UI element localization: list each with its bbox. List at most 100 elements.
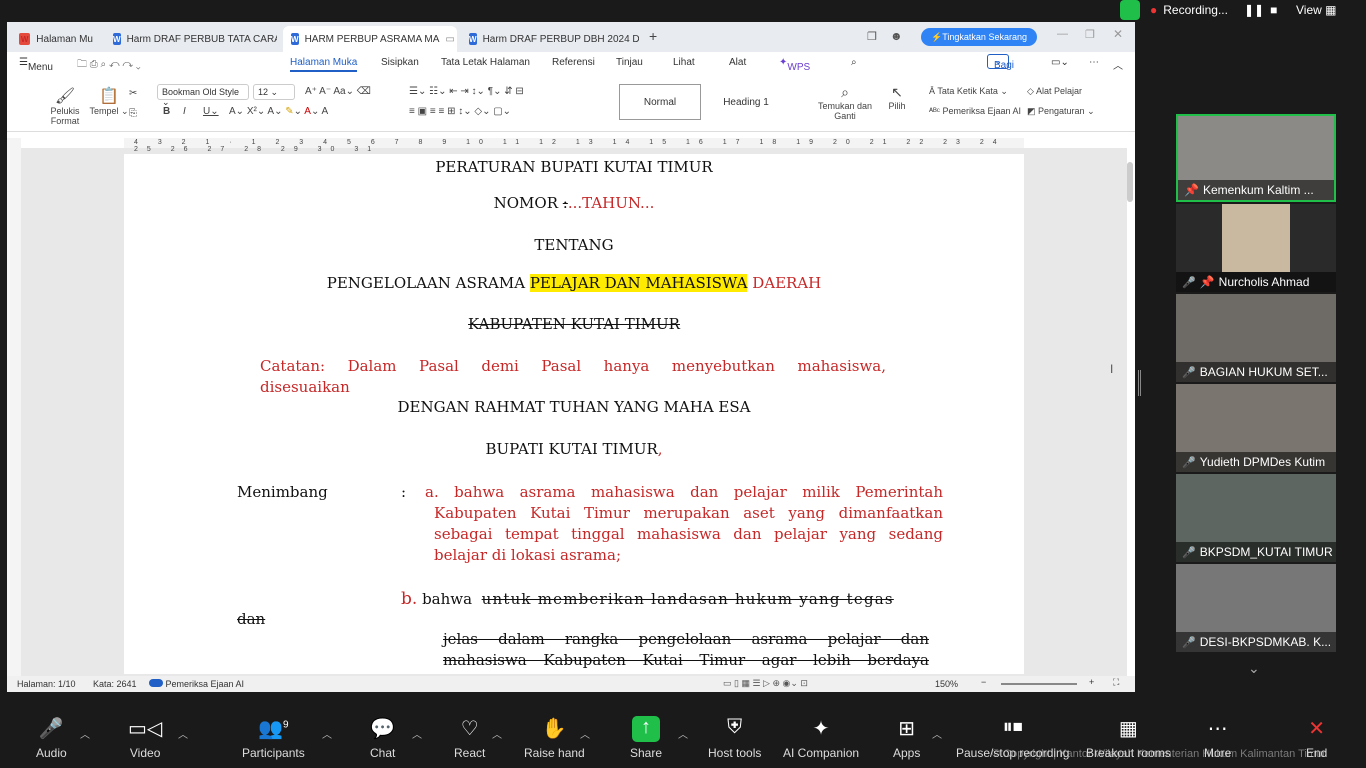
- typography-button[interactable]: Ā Tata Ketik Kata ⌄: [929, 86, 1008, 97]
- chevron-up-icon[interactable]: ︿: [412, 726, 422, 741]
- view-button[interactable]: View ▦: [1296, 3, 1336, 17]
- participant-video[interactable]: 🎤 DESI-BKPSDMKAB. K...: [1176, 564, 1336, 652]
- doc-colon: :: [401, 483, 407, 501]
- camera-icon: ▭◁: [128, 718, 163, 740]
- raise-hand-button[interactable]: ✋ Raise hand: [524, 716, 585, 760]
- font-size-select[interactable]: 12 ⌄: [253, 84, 295, 100]
- copy-icon[interactable]: ⎘: [129, 108, 137, 119]
- tab-tinjau[interactable]: Tinjau: [616, 57, 643, 68]
- tab-halaman-muka-ribbon[interactable]: Halaman Muka: [290, 57, 358, 72]
- tab-halaman-muka[interactable]: W Halaman Mu: [11, 26, 101, 52]
- doc-kabupaten: KABUPATEN KUTAI TIMUR: [468, 315, 680, 333]
- quick-access-icons[interactable]: 🗀 ⎙ ⌕ ↶ ↷ ⌄: [77, 57, 141, 74]
- close-icon[interactable]: ✕: [1113, 27, 1123, 41]
- zoom-top-bar: ● Recording... ❚❚ ■ View ▦: [0, 0, 1366, 22]
- vertical-scrollbar[interactable]: [1127, 162, 1133, 202]
- doc-point-a-line3: sebagai tempat tinggal mahasiswa dan pel…: [434, 525, 943, 543]
- collapse-ribbon-icon[interactable]: ︿: [1113, 57, 1123, 72]
- text-format-icons[interactable]: A⌄ X²⌄ A⌄ ✎⌄ A⌄ A: [229, 106, 328, 117]
- wps-icon: W: [19, 33, 31, 45]
- minimize-icon[interactable]: —: [1057, 28, 1068, 40]
- hand-icon: ✋: [541, 718, 567, 740]
- bold-icon[interactable]: B: [163, 106, 170, 117]
- zoom-level[interactable]: 150%: [935, 679, 958, 689]
- style-heading-1[interactable]: Heading 1: [705, 84, 787, 120]
- participant-video[interactable]: 🎤 BAGIAN HUKUM SET...: [1176, 294, 1336, 382]
- copyright-watermark: © Copyright | Kantor Wilayah Kementerian…: [992, 748, 1326, 760]
- stop-icon[interactable]: ■: [1270, 3, 1277, 17]
- ai-companion-button[interactable]: ✦ AI Companion: [783, 716, 859, 760]
- participant-video[interactable]: 🎤 📌 Nurcholis Ahmad: [1176, 204, 1336, 292]
- chevron-up-icon[interactable]: ︿: [80, 726, 90, 741]
- new-tab-icon[interactable]: +: [649, 28, 657, 44]
- participants-button[interactable]: 👥9 Participants: [242, 716, 305, 760]
- doc-point-a-line4: belajar di lokasi asrama;: [434, 546, 622, 564]
- font-family-select[interactable]: Bookman Old Style ⌄: [157, 84, 249, 107]
- maximize-icon[interactable]: ❐: [1085, 28, 1095, 41]
- tab-sisipkan[interactable]: Sisipkan: [381, 57, 419, 68]
- font-size-tools-icons[interactable]: A⁺ A⁻ Aa⌄ ⌫: [305, 86, 371, 97]
- chevron-up-icon[interactable]: ︿: [178, 726, 188, 741]
- pin-icon: 📌: [1184, 183, 1199, 197]
- splitter-handle[interactable]: [1138, 370, 1141, 396]
- chevron-up-icon[interactable]: ︿: [678, 726, 688, 741]
- tab-perbup-asrama[interactable]: WHARM PERBUP ASRAMA MA▭●: [283, 26, 457, 52]
- host-tools-button[interactable]: ⛨ Host tools: [708, 716, 761, 760]
- settings-button[interactable]: ◩ Pengaturan ⌄: [1027, 106, 1095, 117]
- search-icon[interactable]: ⌕: [851, 57, 857, 68]
- style-normal[interactable]: Normal: [619, 84, 701, 120]
- tab-tata-letak[interactable]: Tata Letak Halaman: [441, 57, 530, 68]
- audio-button[interactable]: 🎤 Audio: [36, 716, 67, 760]
- more-icon[interactable]: ⋯: [1089, 57, 1099, 68]
- mic-muted-icon: 🎤: [1182, 276, 1196, 289]
- list-icons[interactable]: ☰⌄ ☷⌄ ⇤ ⇥ ↕⌄ ¶⌄ ⇵ ⊟: [409, 86, 524, 97]
- tab-draf-tata-cara[interactable]: WHarm DRAF PERBUB TATA CARA PEMB: [105, 26, 277, 52]
- apps-button[interactable]: ⊞ Apps: [893, 716, 920, 760]
- react-button[interactable]: ♡ React: [454, 716, 485, 760]
- chevron-up-icon[interactable]: ︿: [322, 726, 332, 741]
- fullscreen-icon[interactable]: ⛶: [1113, 677, 1119, 688]
- menu-button[interactable]: ☰ Menu: [19, 57, 53, 73]
- vertical-ruler: [7, 138, 21, 678]
- record-dot-icon: ●: [1150, 3, 1158, 17]
- scroll-down-icon[interactable]: ⌄: [1248, 660, 1260, 677]
- tab-referensi[interactable]: Referensi: [552, 57, 595, 68]
- doc-judul: PENGELOLAAN ASRAMA PELAJAR DAN MAHASISWA…: [326, 274, 822, 292]
- cursor-icon: ↖: [891, 84, 903, 100]
- document-page[interactable]: PERATURAN BUPATI KUTAI TIMUR NOMOR :...T…: [124, 154, 1024, 674]
- ai-checker-toggle[interactable]: Pemeriksa Ejaan AI: [149, 679, 244, 689]
- chevron-up-icon[interactable]: ︿: [580, 726, 590, 741]
- participant-video[interactable]: 🎤 Yudieth DPMDes Kutim: [1176, 384, 1336, 472]
- chevron-up-icon[interactable]: ︿: [932, 726, 942, 741]
- share-button[interactable]: Bagi ⌄: [987, 54, 1014, 71]
- chat-button[interactable]: 💬 Chat: [370, 716, 395, 760]
- alignment-icons[interactable]: ≡ ▣ ≡ ≡ ⊞ ↕⌄ ◇⌄ ▢⌄: [409, 106, 511, 117]
- tab-alat[interactable]: Alat: [729, 57, 746, 68]
- italic-icon[interactable]: I: [183, 106, 186, 117]
- chevron-up-icon[interactable]: ︿: [492, 726, 502, 741]
- student-tools-button[interactable]: ◇ Alat Pelajar: [1027, 86, 1082, 97]
- cut-icon[interactable]: ✂: [129, 88, 137, 99]
- zoom-in-icon[interactable]: +: [1089, 677, 1094, 687]
- ai-spellcheck-button[interactable]: ᴬᴮᶜ Pemeriksa Ejaan AI: [929, 106, 1021, 116]
- participant-video[interactable]: 🎤 BKPSDM_KUTAI TIMUR: [1176, 474, 1336, 562]
- pause-icon[interactable]: ❚❚: [1244, 3, 1264, 17]
- participant-video[interactable]: 📌 Kemenkum Kaltim ...: [1176, 114, 1336, 202]
- underline-icon[interactable]: U⌄: [203, 106, 219, 117]
- view-mode-icons[interactable]: ▭ ▯ ▦ ☰ ▷ ⊕ ◉⌄ ⊡: [723, 678, 808, 689]
- tab-lihat[interactable]: Lihat: [673, 57, 695, 68]
- format-painter-button[interactable]: 🖌 Pelukis Format: [47, 86, 83, 126]
- zoom-out-icon[interactable]: −: [981, 677, 986, 687]
- zoom-slider[interactable]: [1001, 683, 1077, 685]
- avatar-icon[interactable]: ☻: [890, 29, 903, 43]
- paste-button[interactable]: 📋 Tempel ⌄: [87, 86, 131, 117]
- window-restore-icon[interactable]: ❐: [867, 30, 877, 43]
- comment-icon[interactable]: ▭⌄: [1051, 57, 1069, 68]
- video-button[interactable]: ▭◁ Video: [128, 716, 162, 760]
- find-replace-button[interactable]: ⌕ Temukan dan Ganti: [817, 84, 873, 121]
- tab-wps-ai[interactable]: ✦ WPS AI: [779, 57, 810, 84]
- upgrade-button[interactable]: ⚡ Tingkatkan Sekarang: [921, 28, 1037, 46]
- share-button-zoom[interactable]: ↑ Share: [630, 716, 662, 760]
- select-button[interactable]: ↖ Pilih: [879, 84, 915, 111]
- tab-draf-dbh[interactable]: WHarm DRAF PERBUP DBH 2024 DPMD: [461, 26, 639, 52]
